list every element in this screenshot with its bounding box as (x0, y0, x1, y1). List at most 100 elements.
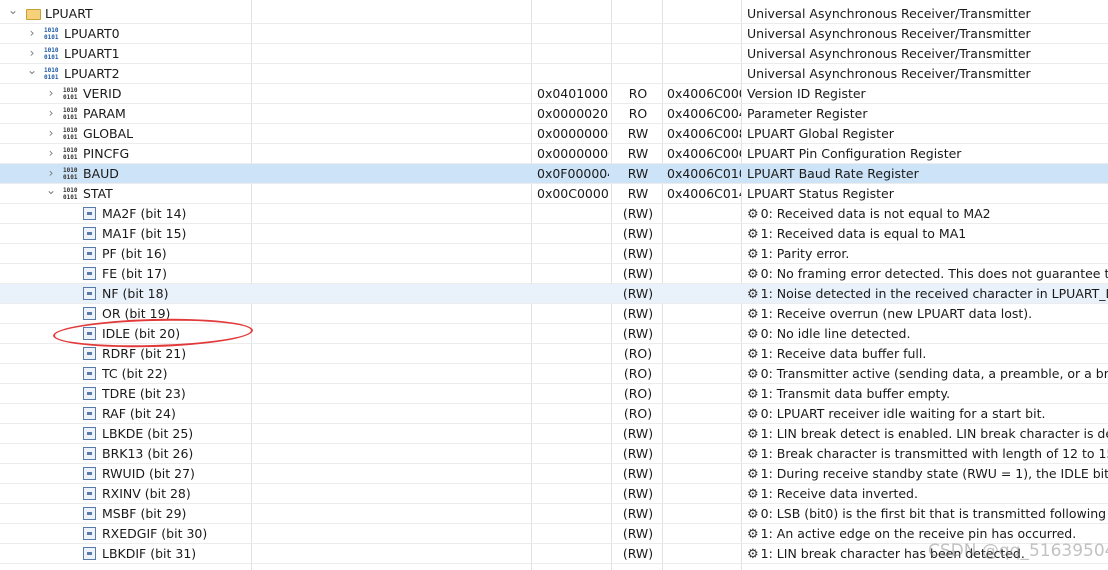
tree-row-bitfield[interactable]: TC (bit 22) (RO) ⚙ 0: Transmitter active (s… (0, 364, 1108, 384)
name-cell: RAF (bit 24) (0, 404, 530, 423)
tree-row-register[interactable]: ⌄ 1010 0101 STAT 0x00C00000 0x4006C014 RW LPUAR… (0, 184, 1108, 204)
tree-row-peripheral[interactable]: ⌄ 1010 0101 LPUART2 Universal Asynchronous R… (0, 64, 1108, 84)
tree-row-bitfield[interactable]: LBKDE (bit 25) (RW) ⚙ 1: LIN break detect i… (0, 424, 1108, 444)
name-cell: OR (bit 19) (0, 304, 530, 323)
access-cell: (RW) (622, 526, 654, 541)
tree-row-bitfield[interactable]: MA1F (bit 15) (RW) ⚙ 1: Received data is eq… (0, 224, 1108, 244)
name-cell: TC (bit 22) (0, 364, 530, 383)
tree-row-register[interactable]: › 1010 0101 GLOBAL 0x00000000 0x4006C008 RW LPU… (0, 124, 1108, 144)
tree-row-peripheral[interactable]: › 1010 0101 LPUART1 Universal Asynchronous R… (0, 44, 1108, 64)
description-text: 1: LIN break detect is enabled. LIN brea… (760, 426, 1108, 441)
chevron-down-icon[interactable]: ⌄ (7, 4, 19, 23)
bitfield-icon (83, 467, 96, 480)
description-text: 1: Parity error. (760, 246, 850, 261)
address-cell: 0x4006C008 (667, 126, 741, 141)
access-cell: (RO) (623, 406, 653, 421)
register-icon: 1010 0101 (63, 167, 78, 181)
item-label: RWUID (bit 27) (102, 466, 195, 481)
item-label: TC (bit 22) (102, 366, 168, 381)
tree-row-bitfield[interactable]: MSBF (bit 29) (RW) ⚙ 0: LSB (bit0) is the f… (0, 504, 1108, 524)
bitfield-icon (83, 407, 96, 420)
name-cell: ⌄ 1010 0101 STAT (0, 184, 530, 203)
bitfield-icon (83, 287, 96, 300)
tree-row-bitfield[interactable]: FE (bit 17) (RW) ⚙ 0: No framing error dete… (0, 264, 1108, 284)
access-cell: (RW) (622, 426, 654, 441)
peripheral-icon: 1010 0101 (44, 47, 59, 61)
name-cell: ⌄ LPUART (0, 4, 530, 23)
chevron-down-icon[interactable]: ⌄ (26, 64, 38, 83)
tree-row-bitfield[interactable]: NF (bit 18) (RW) ⚙ 1: Noise detected in the… (0, 284, 1108, 304)
address-cell: 0x4006C014 (667, 186, 741, 201)
folder-icon (26, 9, 41, 20)
value-cell: 0x00000000 (537, 146, 609, 161)
name-cell: PF (bit 16) (0, 244, 530, 263)
name-cell: FE (bit 17) (0, 264, 530, 283)
access-cell: (RW) (622, 226, 654, 241)
access-cell: RO (628, 106, 648, 121)
tree-row-bitfield[interactable]: RDRF (bit 21) (RO) ⚙ 1: Receive data buffer… (0, 344, 1108, 364)
tree-row-register[interactable]: › 1010 0101 PINCFG 0x00000000 0x4006C00C RW LPU… (0, 144, 1108, 164)
description-cell: ⚙ 0: LSB (bit0) is the first bit that is … (747, 504, 1108, 523)
register-tree-view[interactable]: ⌄ LPUART Universal Asynchronous Receiver/T… (0, 0, 1108, 570)
description-cell: ⚙ 0: No framing error detected. This does… (747, 264, 1108, 283)
name-cell: › 1010 0101 PARAM (0, 104, 530, 123)
name-cell: NF (bit 18) (0, 284, 530, 303)
address-cell: 0x4006C010 (667, 166, 741, 181)
chevron-right-icon[interactable]: › (26, 24, 38, 43)
name-cell: LBKDIF (bit 31) (0, 544, 530, 563)
chevron-right-icon[interactable]: › (45, 104, 57, 123)
tree-row-bitfield[interactable]: RAF (bit 24) (RO) ⚙ 0: LPUART receiver idle… (0, 404, 1108, 424)
item-label: LPUART0 (64, 26, 120, 41)
value-cell: 0x0F000004 (537, 166, 609, 181)
description-text: 1: Receive data buffer full. (760, 346, 927, 361)
item-label: BAUD (83, 166, 119, 181)
register-icon: 1010 0101 (63, 187, 78, 201)
chevron-right-icon[interactable]: › (45, 144, 57, 163)
register-icon: 1010 0101 (63, 87, 78, 101)
gear-icon: ⚙ (747, 387, 759, 402)
name-cell: MA1F (bit 15) (0, 224, 530, 243)
peripheral-icon: 1010 0101 (44, 67, 59, 81)
register-icon: 1010 0101 (63, 147, 78, 161)
gear-icon: ⚙ (747, 547, 759, 562)
access-cell: (RW) (622, 246, 654, 261)
tree-row-bitfield[interactable]: PF (bit 16) (RW) ⚙ 1: Parity error. (0, 244, 1108, 264)
tree-row-register[interactable]: › 1010 0101 BAUD 0x0F000004 0x4006C010 RW LPUAR… (0, 164, 1108, 184)
chevron-down-icon[interactable]: ⌄ (45, 184, 57, 203)
item-label: GLOBAL (83, 126, 134, 141)
bitfield-icon (83, 527, 96, 540)
value-cell: 0x04010003 (537, 86, 609, 101)
access-cell: (RO) (623, 366, 653, 381)
description-text: 1: Receive data inverted. (760, 486, 918, 501)
description-cell: ⚙ 1: During receive standby state (RWU = … (747, 464, 1108, 483)
tree-row-bitfield[interactable]: MA2F (bit 14) (RW) ⚙ 0: Received data is no… (0, 204, 1108, 224)
access-cell: RW (627, 146, 649, 161)
access-cell: (RW) (622, 206, 654, 221)
access-cell: (RO) (623, 346, 653, 361)
access-cell: (RW) (622, 466, 654, 481)
tree-row-bitfield[interactable]: RXINV (bit 28) (RW) ⚙ 1: Receive data inver… (0, 484, 1108, 504)
name-cell: MA2F (bit 14) (0, 204, 530, 223)
item-label: VERID (83, 86, 122, 101)
description-text: 0: No idle line detected. (760, 326, 911, 341)
item-label: RAF (bit 24) (102, 406, 176, 421)
tree-row-bitfield[interactable]: TDRE (bit 23) (RO) ⚙ 1: Transmit data buffe… (0, 384, 1108, 404)
description-cell: Parameter Register (747, 106, 868, 121)
chevron-right-icon[interactable]: › (45, 124, 57, 143)
tree-row-peripheral[interactable]: › 1010 0101 LPUART0 Universal Asynchronous R… (0, 24, 1108, 44)
tree-row-register[interactable]: › 1010 0101 VERID 0x04010003 0x4006C000 RO Vers… (0, 84, 1108, 104)
chevron-right-icon[interactable]: › (26, 44, 38, 63)
tree-row-lpuart-group[interactable]: ⌄ LPUART Universal Asynchronous Receiver/T… (0, 4, 1108, 24)
chevron-right-icon[interactable]: › (45, 84, 57, 103)
tree-row-bitfield[interactable]: RWUID (bit 27) (RW) ⚙ 1: During receive sta… (0, 464, 1108, 484)
description-cell: ⚙ 1: Transmit data buffer empty. (747, 384, 1108, 403)
description-cell: Universal Asynchronous Receiver/Transmit… (747, 66, 1031, 81)
tree-row-register[interactable]: › 1010 0101 PARAM 0x00000202 0x4006C004 RO Para… (0, 104, 1108, 124)
access-cell: RW (627, 126, 649, 141)
description-cell: ⚙ 1: Receive overrun (new LPUART data los… (747, 304, 1108, 323)
item-label: LBKDE (bit 25) (102, 426, 194, 441)
chevron-right-icon[interactable]: › (45, 164, 57, 183)
name-cell: RDRF (bit 21) (0, 344, 530, 363)
tree-row-bitfield[interactable]: BRK13 (bit 26) (RW) ⚙ 1: Break character is… (0, 444, 1108, 464)
item-label: MSBF (bit 29) (102, 506, 187, 521)
